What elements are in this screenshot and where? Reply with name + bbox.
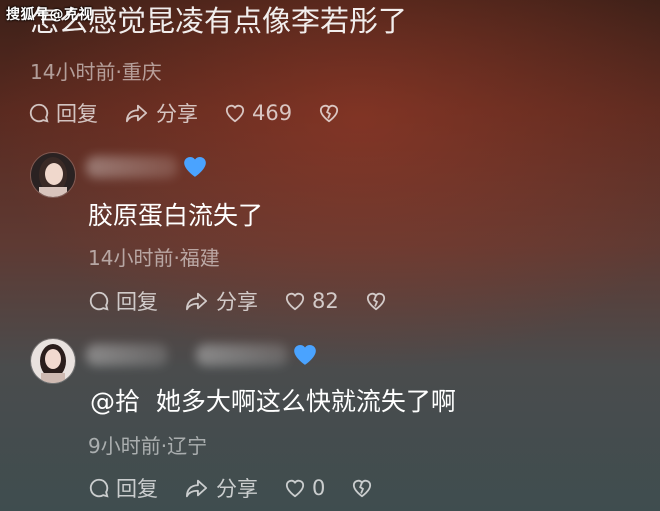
- reply-label: 回复: [116, 477, 158, 501]
- reply-icon: [29, 103, 49, 123]
- comment-meta: 14小时前·福建: [88, 246, 220, 270]
- share-label: 分享: [156, 102, 198, 126]
- comment-text: @拾 她多大啊这么快就流失了啊: [90, 387, 456, 416]
- share-label: 分享: [216, 290, 258, 314]
- dislike-button[interactable]: [365, 291, 393, 311]
- comment-meta: 14小时前·重庆: [30, 60, 162, 84]
- username-blurred[interactable]: [196, 344, 288, 366]
- reply-icon: [89, 291, 109, 311]
- heart-icon: [225, 104, 245, 123]
- comment-text: 怎么感觉昆凌有点像李若彤了: [30, 4, 408, 38]
- broken-heart-icon: [366, 292, 385, 311]
- share-button[interactable]: 分享: [184, 473, 258, 503]
- like-button[interactable]: 82: [284, 289, 339, 313]
- share-button[interactable]: 分享: [124, 98, 198, 128]
- username-blurred[interactable]: [86, 344, 168, 366]
- share-icon: [125, 104, 148, 123]
- heart-icon: [285, 479, 305, 498]
- comment-actions: 回复 分享 0: [88, 473, 405, 503]
- share-button[interactable]: 分享: [184, 286, 258, 316]
- reply-label: 回复: [116, 290, 158, 314]
- reply-button[interactable]: 回复: [88, 473, 158, 503]
- comment-text: 胶原蛋白流失了: [88, 201, 264, 230]
- verified-heart-icon: [294, 344, 316, 365]
- like-count: 469: [252, 101, 293, 125]
- reply-icon: [89, 478, 109, 498]
- broken-heart-icon: [320, 104, 339, 123]
- heart-icon: [285, 292, 305, 311]
- comment-meta: 9小时前·辽宁: [88, 434, 208, 458]
- comment-actions: 回复 分享 469: [28, 98, 372, 128]
- broken-heart-icon: [353, 479, 372, 498]
- verified-heart-icon: [184, 156, 206, 177]
- dislike-button[interactable]: [318, 103, 346, 123]
- share-icon: [186, 292, 208, 311]
- share-icon: [186, 479, 208, 498]
- reply-label: 回复: [56, 102, 98, 126]
- share-label: 分享: [216, 477, 258, 501]
- like-button[interactable]: 469: [224, 101, 292, 125]
- like-count: 0: [312, 476, 326, 500]
- reply-button[interactable]: 回复: [88, 286, 158, 316]
- avatar[interactable]: [30, 338, 76, 384]
- avatar[interactable]: [30, 152, 76, 198]
- username-blurred[interactable]: [86, 156, 178, 178]
- like-button[interactable]: 0: [284, 476, 325, 500]
- like-count: 82: [312, 289, 339, 313]
- reply-button[interactable]: 回复: [28, 98, 98, 128]
- comment-actions: 回复 分享 82: [88, 286, 419, 316]
- dislike-button[interactable]: [351, 478, 379, 498]
